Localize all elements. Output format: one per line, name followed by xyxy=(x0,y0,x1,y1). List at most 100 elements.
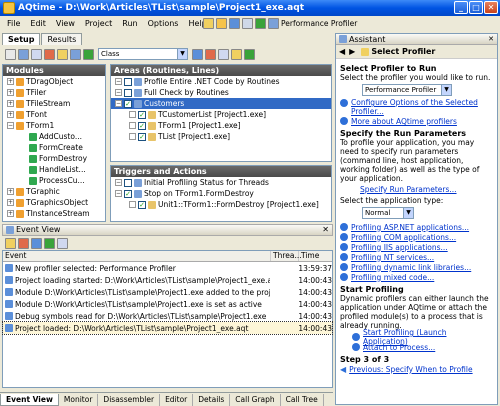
filter-icon[interactable] xyxy=(83,48,94,60)
area-tree-item[interactable]: − Profile Entire .NET Code by Routines xyxy=(111,76,331,87)
edit-area-icon[interactable] xyxy=(218,48,229,60)
checkbox[interactable] xyxy=(124,178,132,187)
table-row[interactable]: Module D:\Work\Articles\TList\sample\Pro… xyxy=(3,286,332,298)
expand-toggle-icon[interactable]: − xyxy=(115,89,122,96)
run-icon[interactable] xyxy=(255,17,266,29)
module-icon[interactable] xyxy=(18,48,29,60)
area-tree-item[interactable]: − Initial Profiling Status for Threads xyxy=(111,177,331,188)
save-icon[interactable] xyxy=(229,17,240,29)
filter-combo[interactable]: Class ▼ xyxy=(98,48,188,60)
module-tree-item[interactable]: + TGraphicsObject xyxy=(3,197,105,208)
checkbox[interactable]: ✓ xyxy=(124,189,132,198)
area-tree-item[interactable]: ✓ TList [Project1.exe] xyxy=(111,131,331,142)
expand-toggle-icon[interactable]: + xyxy=(7,111,14,118)
assistant-profiler-combo[interactable]: Performance Profiler ▼ xyxy=(362,84,452,96)
checkbox[interactable] xyxy=(124,88,132,97)
expand-toggle-icon[interactable]: − xyxy=(7,122,14,129)
trigger-icon[interactable] xyxy=(244,48,255,60)
checkbox[interactable] xyxy=(124,77,132,86)
module-tree-item[interactable]: − TForm1 xyxy=(3,120,105,131)
close-button[interactable]: ✕ xyxy=(484,1,498,14)
add-module-icon[interactable] xyxy=(31,48,42,60)
tab-editor[interactable]: Editor xyxy=(160,393,194,406)
area-tree-item[interactable]: − Full Check by Routines xyxy=(111,87,331,98)
module-tree-item[interactable]: + TGraphic xyxy=(3,186,105,197)
module-tree-item[interactable]: + TDragObject xyxy=(3,76,105,87)
menu-project[interactable]: Project xyxy=(80,19,117,28)
table-row[interactable]: New profiler selected: Performance Profi… xyxy=(3,262,332,274)
profiler-icon[interactable] xyxy=(268,17,279,29)
close-icon[interactable]: ✕ xyxy=(322,225,329,235)
table-row[interactable]: Debug symbols read for D:\Work\Articles\… xyxy=(3,310,332,322)
area-tree-item[interactable]: ✓ TForm1 [Project1.exe] xyxy=(111,120,331,131)
module-tree-item[interactable]: + TInstanceStream xyxy=(3,208,105,219)
tab-call-tree[interactable]: Call Tree xyxy=(281,393,324,406)
module-tree-item[interactable]: FormDestroy xyxy=(3,153,105,164)
back-icon[interactable]: ◀ xyxy=(339,47,345,56)
expand-toggle-icon[interactable] xyxy=(129,201,136,208)
add-area-icon[interactable] xyxy=(192,48,203,60)
expand-toggle-icon[interactable] xyxy=(129,111,136,118)
expand-toggle-icon[interactable] xyxy=(129,133,136,140)
start-profiling-link[interactable]: Start Profiling (Launch Application) xyxy=(340,328,493,346)
expand-toggle-icon[interactable]: + xyxy=(7,100,14,107)
forward-icon[interactable]: ▶ xyxy=(349,47,355,56)
checkbox[interactable]: ✓ xyxy=(138,132,146,141)
clear-icon[interactable] xyxy=(18,237,29,249)
module-tree-item[interactable]: ProcessCu... xyxy=(3,175,105,186)
table-row[interactable]: Module D:\Work\Articles\TList\sample\Pro… xyxy=(3,298,332,310)
area-tree-item[interactable]: − ✓ Stop on TForm1.FormDestroy xyxy=(111,188,331,199)
open-project-icon[interactable] xyxy=(216,17,227,29)
checkbox[interactable]: ✓ xyxy=(138,200,146,209)
tab-setup[interactable]: Setup xyxy=(2,33,41,45)
app-type-link[interactable]: Profiling mixed code... xyxy=(340,272,493,282)
app-type-link[interactable]: Profiling dynamic link libraries... xyxy=(340,262,493,272)
remove-icon[interactable] xyxy=(44,48,55,60)
area-tree-item[interactable]: − ✓ Customers xyxy=(111,98,331,109)
delete-area-icon[interactable] xyxy=(205,48,216,60)
expand-toggle-icon[interactable]: + xyxy=(7,210,14,217)
expand-toggle-icon[interactable]: − xyxy=(115,78,122,85)
profiler-label[interactable]: Performance Profiler xyxy=(281,19,357,28)
view-icon[interactable] xyxy=(70,48,81,60)
expand-toggle-icon[interactable]: + xyxy=(7,188,14,195)
checkbox[interactable]: ✓ xyxy=(138,110,146,119)
table-row[interactable]: Project loaded: D:\Work\Articles\TList\s… xyxy=(2,321,333,335)
tab-event-view[interactable]: Event View xyxy=(0,393,59,406)
previous-step-link[interactable]: ◀ Previous: Specify When to Profile xyxy=(340,364,493,374)
area-tree-item[interactable]: ✓ Unit1::TForm1::FormDestroy [Project1.ex… xyxy=(111,199,331,210)
menu-file[interactable]: File xyxy=(2,19,25,28)
tab-monitor[interactable]: Monitor xyxy=(59,393,99,406)
properties-icon[interactable] xyxy=(231,48,242,60)
table-row[interactable]: Project loading started: D:\Work\Article… xyxy=(3,274,332,286)
area-tree-item[interactable]: ✓ TCustomerList [Project1.exe] xyxy=(111,109,331,120)
column-time[interactable]: Time xyxy=(299,251,332,261)
options-icon[interactable] xyxy=(57,237,68,249)
edit-icon[interactable] xyxy=(5,237,16,249)
app-type-link[interactable]: Profiling COM applications... xyxy=(340,232,493,242)
tab-details[interactable]: Details xyxy=(193,393,231,406)
module-tree-item[interactable]: + TFiler xyxy=(3,87,105,98)
checkbox[interactable]: ✓ xyxy=(124,99,132,108)
expand-toggle-icon[interactable]: − xyxy=(115,179,122,186)
expand-toggle-icon[interactable]: + xyxy=(7,78,14,85)
configure-options-link[interactable]: Configure Options of the Selected Profil… xyxy=(340,98,493,116)
tab-disassembler[interactable]: Disassembler xyxy=(98,393,161,406)
menu-options[interactable]: Options xyxy=(143,19,184,28)
copy-icon[interactable] xyxy=(44,237,55,249)
maximize-button[interactable]: □ xyxy=(469,1,483,14)
menu-run[interactable]: Run xyxy=(117,19,142,28)
checkbox[interactable]: ✓ xyxy=(138,121,146,130)
more-about-link[interactable]: More about AQtime profilers xyxy=(340,116,493,126)
module-tree-item[interactable]: AddCusto... xyxy=(3,131,105,142)
specify-run-params-link[interactable]: Specify Run Parameters... xyxy=(360,185,493,194)
module-tree-item[interactable]: HandleList... xyxy=(3,164,105,175)
settings-icon[interactable] xyxy=(242,17,253,29)
app-type-link[interactable]: Profiling IIS applications... xyxy=(340,242,493,252)
minimize-button[interactable]: _ xyxy=(454,1,468,14)
save-log-icon[interactable] xyxy=(31,237,42,249)
expand-toggle-icon[interactable]: − xyxy=(115,190,122,197)
expand-toggle-icon[interactable]: + xyxy=(7,89,14,96)
tab-call-graph[interactable]: Call Graph xyxy=(230,393,281,406)
expand-toggle-icon[interactable]: − xyxy=(115,100,122,107)
